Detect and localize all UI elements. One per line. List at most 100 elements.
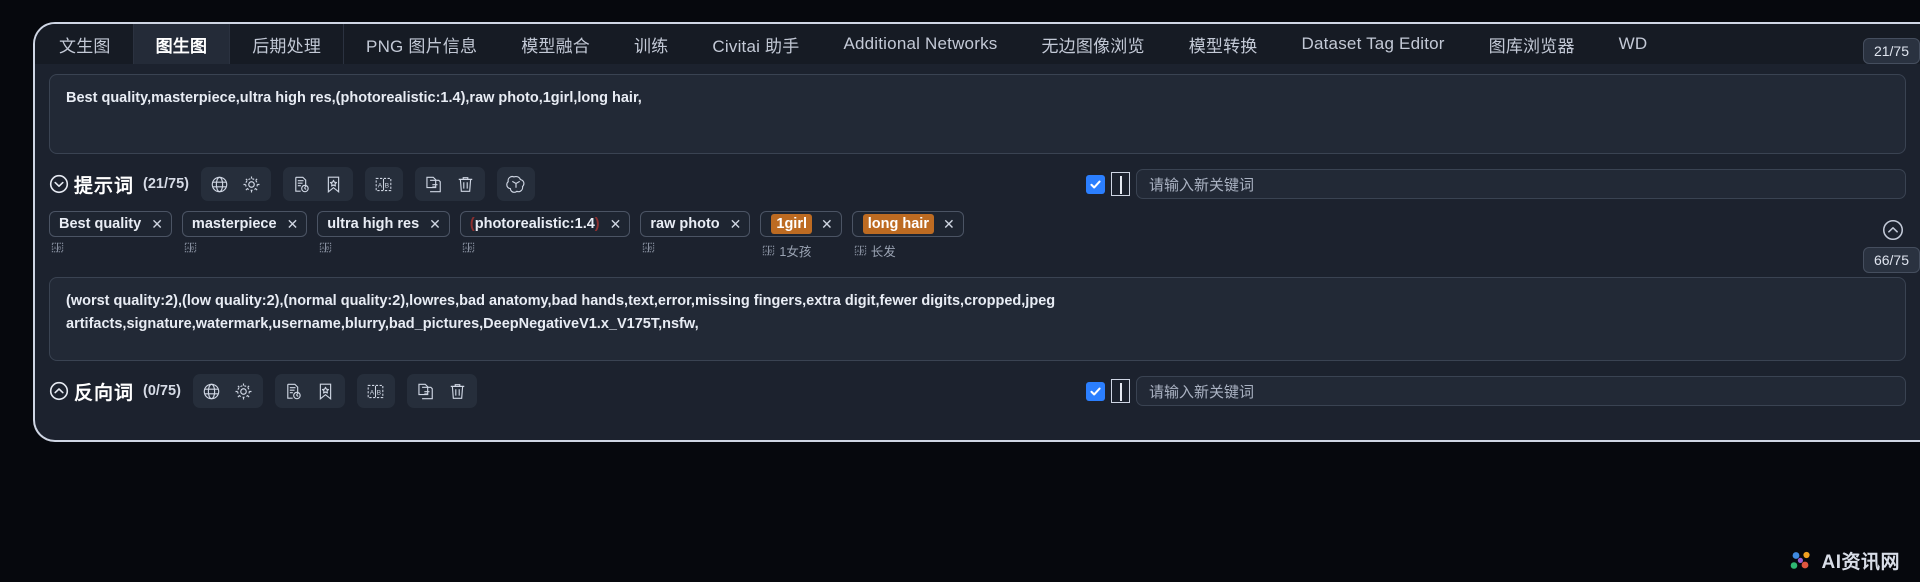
svg-text:B: B [650,246,653,252]
tag-remove-icon[interactable]: ✕ [610,217,622,231]
gear-icon[interactable] [229,377,259,405]
tag-remove-icon[interactable]: ✕ [287,217,299,231]
prompt-panel-body: Best quality,masterpiece,ultra high res,… [35,64,1920,442]
negative-prompt-line-1: (worst quality:2),(low quality:2),(norma… [66,293,1056,309]
copy-icon[interactable] [419,170,449,198]
tag-chip[interactable]: ultra high res ✕ [317,211,450,237]
svg-text:B: B [861,249,864,255]
svg-text:B: B [191,246,194,252]
svg-text:B: B [326,246,329,252]
tag-remove-icon[interactable]: ✕ [821,217,833,231]
svg-text:A: A [645,246,649,252]
tab-additional-networks[interactable]: Additional Networks [821,24,1020,64]
chevron-up-circle-icon[interactable] [1882,219,1904,241]
tab-label: 图生图 [155,36,208,56]
history-icon[interactable] [287,170,317,198]
tag-remove-icon[interactable]: ✕ [730,217,742,231]
negative-keyword-row: 请输入新关键词 [1086,376,1906,406]
negative-prompt-textarea[interactable]: (worst quality:2),(low quality:2),(norma… [49,277,1906,361]
gear-icon[interactable] [237,170,267,198]
tag-translation-row: A B 1女孩 [760,241,841,260]
tab-png-info[interactable]: PNG 图片信息 [344,24,500,64]
tab-civitai-helper[interactable]: Civitai 助手 [690,24,822,64]
translate-icon[interactable]: A B [184,241,197,254]
tag-chip[interactable]: (photorealistic:1.4) ✕ [459,211,631,237]
globe-icon[interactable] [205,170,235,198]
tag-chip[interactable]: long hair ✕ [851,211,964,237]
tag-remove-icon[interactable]: ✕ [429,217,441,231]
positive-keyword-checkbox[interactable] [1086,174,1105,194]
tab-image-browser[interactable]: 图库浏览器 [1466,24,1597,64]
translate-icon[interactable]: A B [361,377,391,405]
trash-icon[interactable] [443,377,473,405]
tag-item: 1girl ✕ A B 1女孩 [760,211,842,260]
history-icon[interactable] [279,377,309,405]
positive-section-title: 提示词 [74,175,135,197]
translate-icon[interactable]: A B [51,241,64,254]
tab-image-to-image[interactable]: 图生图 [133,24,231,64]
tab-label: Dataset Tag Editor [1301,34,1445,53]
negative-keyword-checkbox[interactable] [1086,381,1105,401]
tab-train[interactable]: 训练 [612,24,691,64]
translate-icon[interactable]: A B [762,244,775,257]
positive-token-count: (21/75) [143,176,189,192]
watermark-text: AI资讯网 [1821,552,1900,573]
tag-item: ultra high res ✕ A B [317,211,450,254]
translate-icon[interactable]: A B [854,244,867,257]
tag-remove-icon[interactable]: ✕ [943,217,955,231]
bookmark-star-icon[interactable] [319,170,349,198]
globe-icon[interactable] [197,377,227,405]
svg-text:A: A [186,246,190,252]
positive-keyword-input[interactable]: 请输入新关键词 [1136,169,1906,199]
bookmark-star-icon[interactable] [311,377,341,405]
tag-translation-row: A B [317,241,450,254]
svg-text:A: A [856,249,860,255]
tab-extras[interactable]: 后期处理 [230,24,345,64]
svg-text:A: A [464,246,468,252]
neg-toolbar-group-history-favorites [274,374,345,408]
text-cursor-icon [1111,172,1130,196]
tab-infinite-image-browsing[interactable]: 无边图像浏览 [1019,24,1167,64]
translate-icon[interactable]: A B [369,170,399,198]
positive-prompt-textarea[interactable]: Best quality,masterpiece,ultra high res,… [49,74,1906,154]
tag-chip[interactable]: raw photo ✕ [640,211,751,237]
tag-translation: 1女孩 [779,245,812,259]
negative-keyword-input[interactable]: 请输入新关键词 [1136,376,1906,406]
tag-chip[interactable]: masterpiece ✕ [181,211,308,237]
tab-wd[interactable]: WD [1596,24,1670,64]
app-screenshot: 文生图 图生图 后期处理 PNG 图片信息 模型融合 训练 Civitai 助手… [0,0,1920,582]
positive-keyword-row: 请输入新关键词 [1086,169,1906,199]
watermark: AI资讯网 [1789,547,1900,574]
chevron-up-icon[interactable] [49,381,69,401]
svg-text:B: B [770,249,773,255]
tag-chip[interactable]: 1girl ✕ [760,211,842,237]
tag-translation: 长发 [870,245,896,259]
translate-icon[interactable]: A B [319,241,332,254]
tab-text-to-image[interactable]: 文生图 [37,24,134,64]
translate-icon[interactable]: A B [462,241,475,254]
tag-item: Best quality ✕ A B [49,211,172,254]
tag-label: raw photo [650,216,720,232]
tab-label: 文生图 [59,36,111,56]
negative-keyword-placeholder: 请输入新关键词 [1149,383,1255,401]
main-tabbar[interactable]: 文生图 图生图 后期处理 PNG 图片信息 模型融合 训练 Civitai 助手… [35,24,1920,64]
openai-icon[interactable] [501,170,531,198]
tag-remove-icon[interactable]: ✕ [151,217,163,231]
translate-icon[interactable]: A B [642,241,655,254]
copy-icon[interactable] [411,377,441,405]
trash-icon[interactable] [451,170,481,198]
tab-checkpoint-merger[interactable]: 模型融合 [499,24,613,64]
positive-tag-list: Best quality ✕ A B masterpiece ✕ A B ult… [49,211,1906,271]
tab-model-converter[interactable]: 模型转换 [1166,24,1280,64]
svg-text:A: A [53,246,57,252]
tag-label: 1girl [771,214,813,234]
toolbar-group-translate-settings [200,167,271,201]
tag-chip[interactable]: Best quality ✕ [49,211,172,237]
toolbar-group-copy-delete [414,167,485,201]
svg-text:B: B [385,182,390,189]
chevron-down-icon[interactable] [49,174,69,194]
tag-translation-row: A B 长发 [852,241,964,260]
svg-text:A: A [765,249,769,255]
tab-dataset-tag-editor[interactable]: Dataset Tag Editor [1279,24,1467,64]
tag-label: Best quality [59,216,142,232]
